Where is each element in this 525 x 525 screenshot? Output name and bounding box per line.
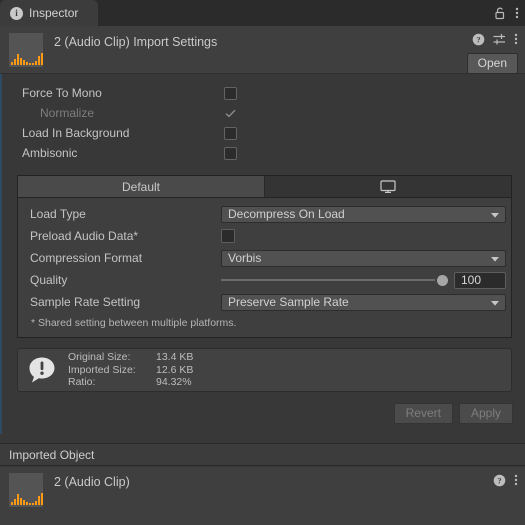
field-row-quality: Quality 100 [23, 270, 506, 290]
property-row-ambisonic: Ambisonic [0, 143, 525, 163]
property-label: Load In Background [22, 126, 130, 140]
property-row-load-in-background: Load In Background [0, 123, 525, 143]
property-label: Normalize [40, 106, 95, 120]
field-row-preload-audio-data: Preload Audio Data* [23, 226, 506, 246]
inspector-body: Force To Mono Normalize Load In Backgrou… [0, 74, 525, 434]
monitor-icon [380, 179, 396, 194]
chevron-down-icon [491, 212, 499, 218]
quality-value-field[interactable]: 100 [454, 271, 506, 289]
compression-format-label: Compression Format [30, 251, 143, 265]
imported-object-actions: ? [493, 473, 518, 487]
property-row-normalize: Normalize [0, 103, 525, 123]
kebab-menu-icon[interactable] [514, 32, 518, 46]
shared-setting-note: * Shared setting between multiple platfo… [31, 317, 237, 329]
platform-settings-panel: Default Load Type Decompress On Load Pre… [17, 175, 512, 338]
tab-standalone[interactable] [264, 176, 511, 197]
load-type-value: Decompress On Load [228, 207, 345, 221]
imported-object-panel: 2 (Audio Clip) ? [0, 467, 525, 525]
tab-inspector[interactable]: i Inspector [0, 0, 98, 26]
revert-button[interactable]: Revert [393, 403, 453, 424]
sample-rate-setting-label: Sample Rate Setting [30, 295, 141, 309]
imported-size-value: 12.6 KB [156, 363, 194, 376]
import-info-box: Original Size: 13.4 KB Imported Size: 12… [17, 348, 512, 392]
ratio-label: Ratio: [68, 376, 96, 389]
ratio-value: 94.32% [156, 376, 192, 389]
inspector-window: i Inspector 2 (Audio Clip) Import Settin… [0, 0, 525, 525]
asset-header: 2 (Audio Clip) Import Settings ? Open [0, 26, 525, 74]
imported-size-label: Imported Size: [68, 363, 136, 376]
sample-rate-setting-dropdown[interactable]: Preserve Sample Rate [221, 293, 506, 311]
quality-slider[interactable]: 100 [221, 271, 506, 289]
property-label: Ambisonic [22, 146, 78, 160]
open-button[interactable]: Open [466, 53, 518, 74]
compression-format-dropdown[interactable]: Vorbis [221, 249, 506, 267]
load-in-background-checkbox[interactable] [224, 126, 237, 140]
load-type-dropdown[interactable]: Decompress On Load [221, 205, 506, 223]
field-row-compression-format: Compression Format Vorbis [23, 248, 506, 268]
imported-object-title: Imported Object [9, 447, 95, 462]
force-to-mono-checkbox[interactable] [224, 86, 237, 100]
compression-format-value: Vorbis [228, 251, 262, 265]
tab-inspector-label: Inspector [29, 6, 79, 20]
field-row-load-type: Load Type Decompress On Load [23, 204, 506, 224]
audio-waveform-thumbnail [9, 33, 43, 67]
chevron-down-icon [491, 256, 499, 262]
help-circle-icon[interactable]: ? [493, 474, 506, 487]
kebab-menu-icon[interactable] [515, 6, 519, 20]
preload-audio-data-checkbox[interactable] [221, 229, 235, 243]
action-buttons: Revert Apply [0, 392, 525, 424]
window-tabbar: i Inspector [0, 0, 525, 26]
tab-default-label: Default [121, 179, 161, 194]
property-row-force-to-mono: Force To Mono [0, 83, 525, 103]
import-info-table: Original Size: 13.4 KB Imported Size: 12… [68, 351, 193, 389]
svg-text:?: ? [476, 34, 480, 44]
page-title: 2 (Audio Clip) Import Settings [54, 35, 218, 49]
window-tabbar-actions [494, 0, 519, 26]
original-size-label: Original Size: [68, 351, 131, 364]
quality-slider-track[interactable] [221, 279, 435, 281]
platform-tabs: Default [18, 176, 511, 198]
quality-label: Quality [30, 273, 68, 287]
ambisonic-checkbox[interactable] [224, 146, 237, 160]
lock-icon[interactable] [494, 7, 506, 20]
warning-bubble-icon [27, 355, 57, 385]
property-label: Force To Mono [22, 86, 102, 100]
chevron-down-icon [491, 300, 499, 306]
header-actions: ? [472, 32, 518, 46]
preload-audio-data-label: Preload Audio Data* [30, 229, 139, 243]
apply-button[interactable]: Apply [458, 403, 513, 424]
audio-waveform-thumbnail [9, 473, 43, 507]
sample-rate-setting-value: Preserve Sample Rate [228, 295, 349, 309]
imported-object-name: 2 (Audio Clip) [54, 475, 130, 489]
info-circle-icon: i [10, 6, 23, 20]
original-size-value: 13.4 KB [156, 351, 194, 364]
help-circle-icon[interactable]: ? [472, 33, 485, 46]
imported-object-header: Imported Object [0, 443, 525, 466]
svg-text:?: ? [497, 475, 501, 485]
selection-accent-bar [0, 74, 2, 434]
quality-slider-handle[interactable] [437, 274, 448, 286]
field-row-sample-rate-setting: Sample Rate Setting Preserve Sample Rate [23, 292, 506, 312]
normalize-checkbox [224, 107, 237, 120]
tab-default[interactable]: Default [18, 176, 264, 197]
kebab-menu-icon[interactable] [514, 473, 518, 487]
load-type-label: Load Type [30, 207, 86, 221]
preset-sliders-icon[interactable] [493, 33, 506, 46]
platform-fields: Load Type Decompress On Load Preload Aud… [18, 198, 511, 337]
